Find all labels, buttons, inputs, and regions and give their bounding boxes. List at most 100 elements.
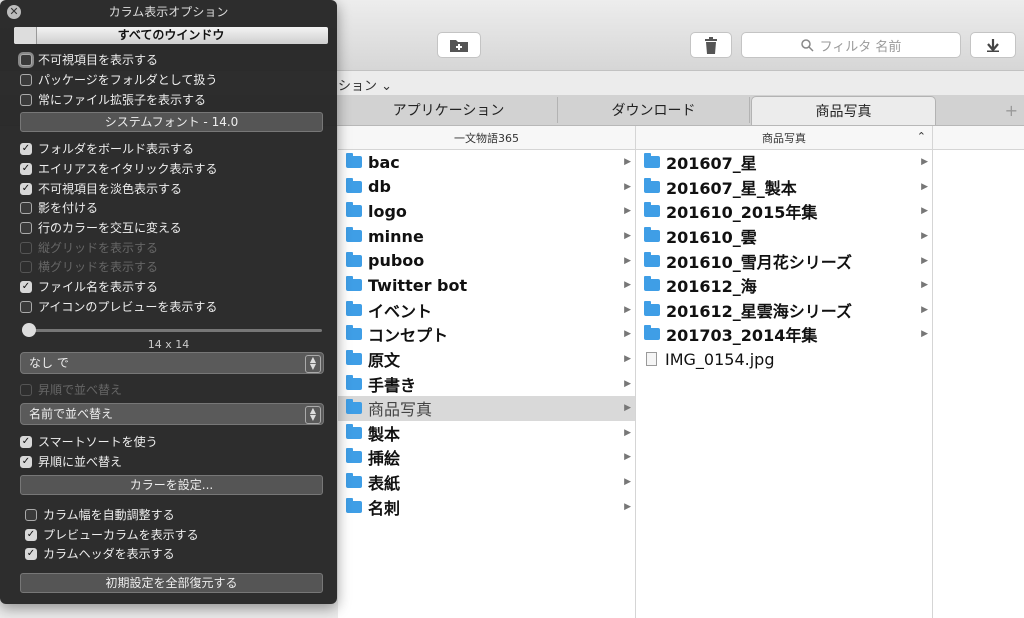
list-item-label: 手書き xyxy=(368,375,417,395)
checkbox-label: スマートソートを使う xyxy=(38,435,158,449)
list-item[interactable]: 原文 ▶ xyxy=(338,347,635,372)
list-item[interactable]: 201612_星雲海シリーズ ▶ xyxy=(636,298,932,323)
show-extensions-checkbox[interactable]: 常にファイル拡張子を表示する xyxy=(20,91,206,108)
list-item[interactable]: 201703_2014年集 ▶ xyxy=(636,322,932,347)
list-item-label: db xyxy=(368,177,391,197)
list-item[interactable]: イベント ▶ xyxy=(338,298,635,323)
hidden-items-checkbox[interactable]: 不可視項目を表示する xyxy=(20,51,158,68)
checkbox-box[interactable]: ✓ xyxy=(25,547,37,560)
icon-size-slider-knob[interactable] xyxy=(22,323,36,337)
new-tab-button[interactable]: + xyxy=(1005,101,1018,120)
list-item-label: 原文 xyxy=(368,351,401,371)
tab-downloads[interactable]: ダウンロード xyxy=(558,97,750,123)
shadow-checkbox[interactable]: 影を付ける xyxy=(20,199,98,216)
column-3 xyxy=(933,126,1024,618)
checkbox-box[interactable]: ✓ xyxy=(20,280,32,293)
checkbox-box[interactable] xyxy=(20,73,32,86)
folder-icon xyxy=(644,300,660,316)
scope-segmented-control[interactable]: すべてのウインドウ xyxy=(14,27,328,44)
column-header-checkbox[interactable]: ✓ カラムヘッダを表示する xyxy=(25,545,175,562)
folder-icon xyxy=(346,300,362,316)
disclosure-arrow-icon: ▶ xyxy=(624,403,631,414)
disclosure-arrow-icon: ▶ xyxy=(624,501,631,512)
list-item[interactable]: 201607_星 ▶ xyxy=(636,150,932,175)
list-item[interactable]: 201610_雲 ▶ xyxy=(636,224,932,249)
checkbox-box[interactable]: ✓ xyxy=(25,528,37,541)
checkbox-box[interactable]: ✓ xyxy=(20,142,32,155)
list-item[interactable]: Twitter bot ▶ xyxy=(338,273,635,298)
folder-icon xyxy=(644,227,660,243)
list-item[interactable]: minne ▶ xyxy=(338,224,635,249)
checkbox-box[interactable] xyxy=(25,508,37,521)
new-folder-button[interactable] xyxy=(437,32,481,58)
folder-icon xyxy=(346,448,362,464)
scope-segment-all-windows[interactable]: すべてのウインドウ xyxy=(118,28,225,42)
checkbox-box[interactable] xyxy=(20,300,32,313)
disclosure-arrow-icon: ▶ xyxy=(624,181,631,192)
group-by-select[interactable]: なし で ▲ ▼ xyxy=(20,352,324,374)
packages-as-folders-checkbox[interactable]: パッケージをフォルダとして扱う xyxy=(20,71,217,88)
list-item-label: 商品写真 xyxy=(368,400,433,420)
checkbox-box[interactable]: ✓ xyxy=(20,455,32,468)
checkbox-label: 縦グリッドを表示する xyxy=(38,241,159,255)
path-label[interactable]: ション ⌄ xyxy=(338,75,392,94)
alternate-rows-checkbox[interactable]: 行のカラーを交互に変える xyxy=(20,219,182,236)
list-item[interactable]: 名刺 ▶ xyxy=(338,494,635,519)
scope-segment-this-window[interactable] xyxy=(14,27,37,44)
column-header[interactable]: 商品写真 ⌃ xyxy=(636,126,932,150)
smart-sort-checkbox[interactable]: ✓ スマートソートを使う xyxy=(20,433,158,450)
restore-defaults-button[interactable]: 初期設定を全部復元する xyxy=(20,573,323,593)
list-item[interactable]: puboo ▶ xyxy=(338,248,635,273)
list-item[interactable]: 表紙 ▶ xyxy=(338,470,635,495)
column-header[interactable]: 一文物語365 xyxy=(338,126,635,150)
list-item[interactable]: 挿絵 ▶ xyxy=(338,445,635,470)
list-item[interactable]: 201612_海 ▶ xyxy=(636,273,932,298)
list-item[interactable]: 201607_星_製本 ▶ xyxy=(636,175,932,200)
checkbox-box[interactable]: ✓ xyxy=(20,435,32,448)
list-item[interactable]: db ▶ xyxy=(338,175,635,200)
checkbox-box[interactable] xyxy=(20,221,32,234)
list-item[interactable]: 製本 ▶ xyxy=(338,421,635,446)
icon-preview-checkbox[interactable]: アイコンのプレビューを表示する xyxy=(20,298,217,315)
icon-size-label: 14 x 14 xyxy=(147,338,190,351)
list-item[interactable]: 201610_2015年集 ▶ xyxy=(636,199,932,224)
set-color-button[interactable]: カラーを設定... xyxy=(20,475,323,495)
search-icon xyxy=(800,38,814,52)
download-button[interactable] xyxy=(970,32,1016,58)
list-item[interactable]: bac ▶ xyxy=(338,150,635,175)
list-item[interactable]: コンセプト ▶ xyxy=(338,322,635,347)
disclosure-arrow-icon: ▶ xyxy=(624,427,631,438)
list-item-label: puboo xyxy=(368,251,425,271)
bold-folders-checkbox[interactable]: ✓ フォルダをボールド表示する xyxy=(20,140,194,157)
auto-column-width-checkbox[interactable]: カラム幅を自動調整する xyxy=(25,506,175,523)
sort-ascending-checkbox[interactable]: ✓ 昇順に並べ替え xyxy=(20,453,122,470)
preview-column-checkbox[interactable]: ✓ プレビューカラムを表示する xyxy=(25,526,199,543)
trash-button[interactable] xyxy=(690,32,732,58)
checkbox-box[interactable] xyxy=(20,53,32,66)
icon-size-slider-track[interactable] xyxy=(22,329,322,332)
tab-product-photos[interactable]: 商品写真 xyxy=(751,96,936,125)
list-item[interactable]: logo ▶ xyxy=(338,199,635,224)
alias-italic-checkbox[interactable]: ✓ エイリアスをイタリック表示する xyxy=(20,160,218,177)
show-filename-checkbox[interactable]: ✓ ファイル名を表示する xyxy=(20,278,158,295)
sort-by-select[interactable]: 名前で並べ替え ▲ ▼ xyxy=(20,403,324,425)
search-field[interactable]: フィルタ 名前 xyxy=(741,32,961,58)
folder-icon xyxy=(346,473,362,489)
disclosure-arrow-icon: ▶ xyxy=(921,157,928,168)
disclosure-arrow-icon: ▶ xyxy=(624,329,631,340)
column-header-label: 商品写真 xyxy=(762,131,806,145)
list-item[interactable]: IMG_0154.jpg xyxy=(636,347,932,372)
folder-icon xyxy=(346,177,362,193)
list-item-label: イベント xyxy=(368,301,433,321)
tab-applications[interactable]: アプリケーション xyxy=(340,97,558,123)
list-item[interactable]: 201610_雪月花シリーズ ▶ xyxy=(636,248,932,273)
checkbox-box[interactable]: ✓ xyxy=(20,162,32,175)
checkbox-box[interactable] xyxy=(20,93,32,106)
folder-icon xyxy=(346,350,362,366)
list-item[interactable]: 手書き ▶ xyxy=(338,371,635,396)
list-item[interactable]: 商品写真 ▶ xyxy=(338,395,635,421)
checkbox-box[interactable] xyxy=(20,201,32,214)
hidden-dim-checkbox[interactable]: ✓ 不可視項目を淡色表示する xyxy=(20,180,182,197)
checkbox-box[interactable]: ✓ xyxy=(20,182,32,195)
font-button[interactable]: システムフォント - 14.0 xyxy=(20,112,323,132)
